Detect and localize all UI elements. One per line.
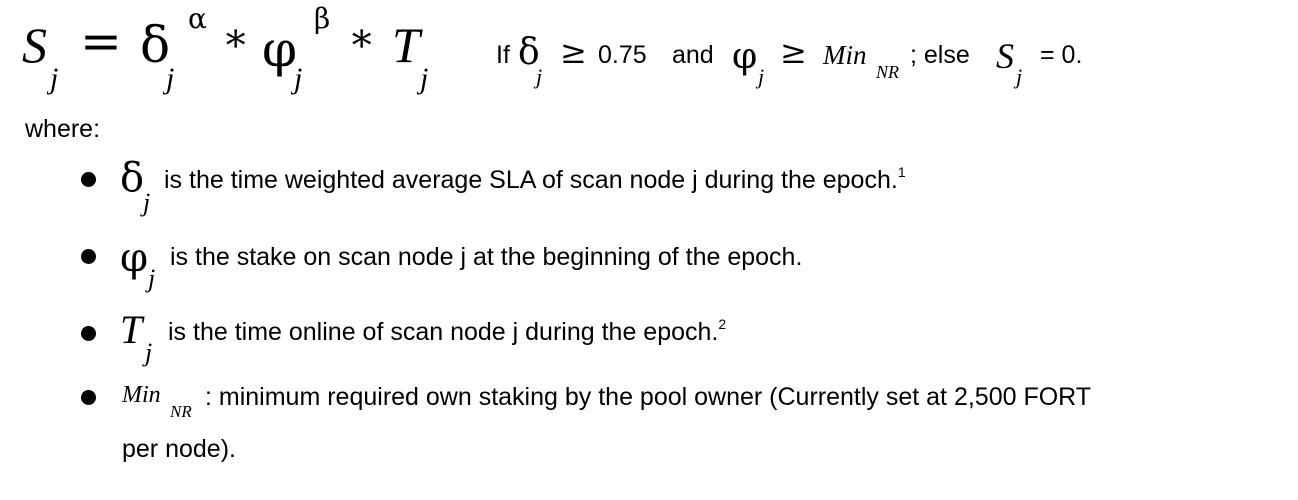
definition-symbol-sub: j [148, 264, 156, 293]
definition-symbol-sub: j [143, 188, 151, 217]
definition-text-continuation: per node). [122, 435, 236, 463]
definition-symbol-sub: NR [170, 402, 192, 421]
bullet-icon [81, 326, 96, 341]
condition-and: and [672, 41, 714, 69]
condition-result: = 0. [1040, 41, 1083, 69]
condition-s: S [996, 36, 1014, 76]
formula-T: T [392, 17, 420, 73]
bullet-icon [81, 172, 96, 187]
condition-phi: φ [732, 36, 758, 77]
footnote-marker: 1 [897, 164, 906, 180]
condition-min: Min [823, 40, 867, 70]
formula-times-2: ∗ [348, 15, 376, 61]
formula-T-sub: j [420, 62, 429, 95]
definition-text: is the time weighted average SLA of scan… [164, 164, 906, 195]
condition-s-sub: j [1016, 64, 1023, 89]
formula-delta-sub: j [166, 62, 175, 95]
condition-threshold: 0.75 [598, 41, 647, 69]
definition-symbol-sub: j [145, 338, 153, 367]
condition-delta-sub: j [536, 64, 543, 89]
formula-beta: β [314, 2, 331, 35]
formula-phi: φ [262, 20, 298, 78]
condition-geq-1: ≥ [560, 33, 587, 71]
definition-symbol: δ [120, 155, 145, 201]
condition-min-sub: NR [876, 62, 900, 82]
formula-lhs: S [22, 17, 47, 73]
definition-text: is the time online of scan node j during… [168, 316, 727, 347]
formula-lhs-sub: j [50, 62, 59, 95]
formula-alpha: α [188, 2, 207, 35]
bullet-icon [81, 390, 96, 405]
definition-text-body: is the time weighted average SLA of scan… [164, 166, 898, 194]
definition-symbol: φ [120, 235, 149, 281]
condition-if: If [496, 41, 510, 69]
formula-equals: = [80, 12, 122, 70]
definition-symbol: T [120, 307, 143, 352]
formula-phi-sub: j [294, 62, 303, 95]
definition-text: is the stake on scan node j at the begin… [170, 243, 803, 271]
condition-else: ; else [910, 41, 970, 69]
definition-text: : minimum required own staking by the po… [205, 383, 1092, 411]
where-label: where: [25, 115, 101, 143]
formula-times-1: ∗ [222, 15, 250, 61]
condition-geq-2: ≥ [780, 33, 807, 71]
definition-symbol: Min [122, 382, 161, 408]
footnote-marker: 2 [718, 316, 727, 332]
condition-phi-sub: j [758, 64, 765, 89]
definition-text-body: is the time online of scan node j during… [168, 318, 719, 346]
bullet-icon [81, 249, 96, 264]
